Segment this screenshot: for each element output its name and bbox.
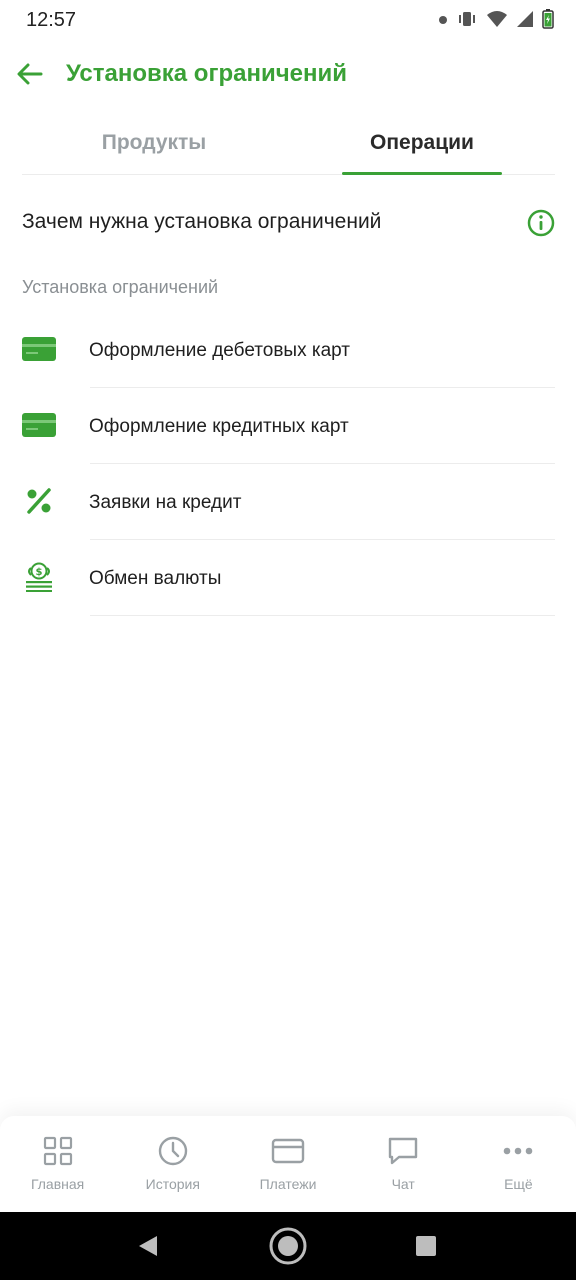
circle-home-icon (269, 1227, 307, 1265)
nav-label: Ещё (504, 1176, 533, 1192)
list-item-label: Заявки на кредит (89, 492, 242, 513)
currency-exchange-icon: $ (22, 562, 56, 592)
nav-label: Чат (391, 1176, 415, 1192)
notification-dot-icon (438, 12, 448, 30)
signal-icon (516, 10, 534, 33)
system-nav-bar (0, 1212, 576, 1280)
square-recents-icon (416, 1236, 436, 1256)
list-item-loan-applications[interactable]: Заявки на кредит (0, 464, 576, 540)
more-icon (501, 1134, 535, 1168)
card-icon (22, 410, 56, 440)
section-label: Установка ограничений (22, 277, 219, 297)
percent-icon (22, 486, 56, 516)
nav-label: Платежи (259, 1176, 317, 1192)
vibrate-icon (456, 10, 478, 33)
list-item-label: Обмен валюты (89, 568, 222, 589)
active-tab-indicator (342, 172, 502, 175)
list-item-label: Оформление кредитных карт (89, 416, 349, 437)
nav-label: История (145, 1176, 200, 1192)
system-recents-button[interactable] (406, 1226, 446, 1266)
grid-icon (41, 1134, 75, 1168)
nav-payments[interactable]: Платежи (230, 1116, 345, 1212)
status-time: 12:57 (26, 9, 77, 31)
list-item-credit-cards[interactable]: Оформление кредитных карт (0, 388, 576, 464)
nav-label: Главная (30, 1176, 85, 1192)
back-button[interactable] (12, 56, 48, 92)
list-item-label: Оформление дебетовых карт (89, 340, 350, 361)
restrictions-list: Оформление дебетовых карт Оформление кре… (0, 312, 576, 616)
nav-history[interactable]: История (115, 1116, 230, 1212)
chat-icon (386, 1134, 420, 1168)
why-restrictions-text: Зачем нужна установка ограничений (22, 210, 382, 233)
info-icon[interactable] (527, 209, 555, 237)
bottom-nav: Главная История Платежи Чат Ещё (0, 1116, 576, 1212)
system-home-button[interactable] (268, 1226, 308, 1266)
triangle-back-icon (139, 1236, 157, 1256)
wifi-icon (486, 10, 508, 33)
app-header: Установка ограничений (0, 48, 576, 100)
page-title: Установка ограничений (66, 60, 348, 87)
nav-chat[interactable]: Чат (346, 1116, 461, 1212)
arrow-left-icon (17, 63, 43, 85)
tab-operations[interactable]: Операции (342, 112, 502, 174)
why-restrictions-row[interactable]: Зачем нужна установка ограничений (22, 196, 555, 252)
tab-products[interactable]: Продукты (74, 112, 234, 174)
list-item-debit-cards[interactable]: Оформление дебетовых карт (0, 312, 576, 388)
battery-icon (542, 8, 554, 34)
card-outline-icon (271, 1134, 305, 1168)
nav-more[interactable]: Ещё (461, 1116, 576, 1212)
tab-bar: Продукты Операции (22, 112, 555, 175)
status-bar: 12:57 (0, 0, 576, 42)
divider (90, 615, 555, 616)
list-item-currency-exchange[interactable]: $ Обмен валюты (0, 540, 576, 616)
card-icon (22, 334, 56, 364)
status-icons (438, 8, 554, 34)
system-back-button[interactable] (128, 1226, 168, 1266)
clock-icon (156, 1134, 190, 1168)
svg-text:$: $ (36, 567, 43, 578)
nav-home[interactable]: Главная (0, 1116, 115, 1212)
